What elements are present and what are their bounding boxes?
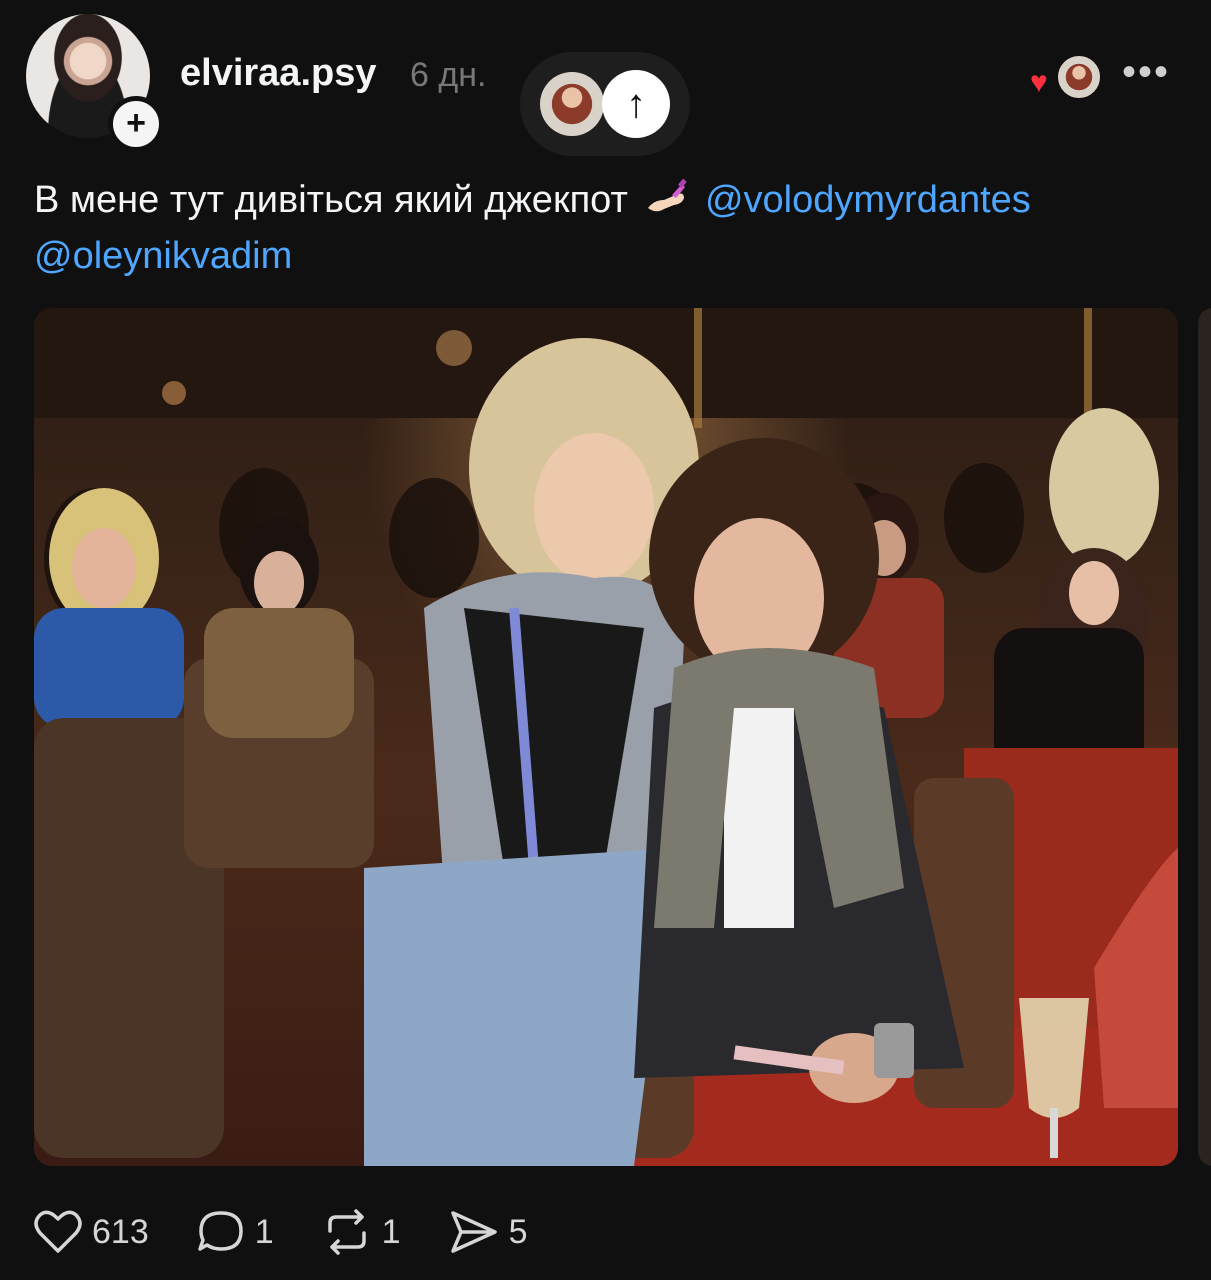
post-photo[interactable] xyxy=(34,308,1178,1166)
repost-count: 1 xyxy=(381,1212,401,1251)
nail-polish-emoji-icon xyxy=(644,176,688,214)
send-paper-plane-icon xyxy=(450,1211,497,1253)
next-photo-peek[interactable] xyxy=(1198,308,1211,1166)
mention-link[interactable]: @oleynikvadim xyxy=(34,235,292,277)
pill-avatar xyxy=(540,72,604,136)
more-options-icon[interactable]: ••• xyxy=(1122,50,1170,95)
follow-button[interactable]: + xyxy=(108,96,164,152)
comment-button[interactable]: 1 xyxy=(197,1209,274,1255)
comment-count: 1 xyxy=(254,1212,274,1251)
repost-arrows-icon xyxy=(327,1209,366,1255)
scroll-to-top-pill[interactable]: ↑ xyxy=(520,52,690,156)
post-actions: 613 1 1 5 xyxy=(34,1202,576,1262)
share-count: 5 xyxy=(508,1212,528,1251)
thread-post: + elviraa.psy 6 дн. ↑ ♥ ••• В мене тут д… xyxy=(0,0,1211,1280)
author-avatar-wrap[interactable]: + xyxy=(26,14,164,152)
like-count: 613 xyxy=(92,1212,149,1251)
mention-link[interactable]: @volodymyrdantes xyxy=(705,179,1031,221)
photo-illustration xyxy=(34,308,1178,1166)
liker-avatar xyxy=(1056,54,1102,100)
heart-outline-icon xyxy=(34,1210,82,1253)
comment-bubble-icon xyxy=(197,1211,243,1251)
post-text: В мене тут дивіться який джекпот @volody… xyxy=(34,172,1184,284)
liked-by-indicator[interactable]: ♥ xyxy=(1030,54,1102,104)
share-button[interactable]: 5 xyxy=(449,1209,528,1255)
repost-button[interactable]: 1 xyxy=(322,1209,401,1255)
post-time: 6 дн. xyxy=(410,56,487,94)
post-text-body: В мене тут дивіться який джекпот xyxy=(34,179,628,221)
author-username[interactable]: elviraa.psy xyxy=(180,52,376,95)
heart-icon: ♥ xyxy=(1030,66,1048,99)
arrow-up-icon[interactable]: ↑ xyxy=(602,70,670,138)
like-button[interactable]: 613 xyxy=(34,1209,149,1255)
